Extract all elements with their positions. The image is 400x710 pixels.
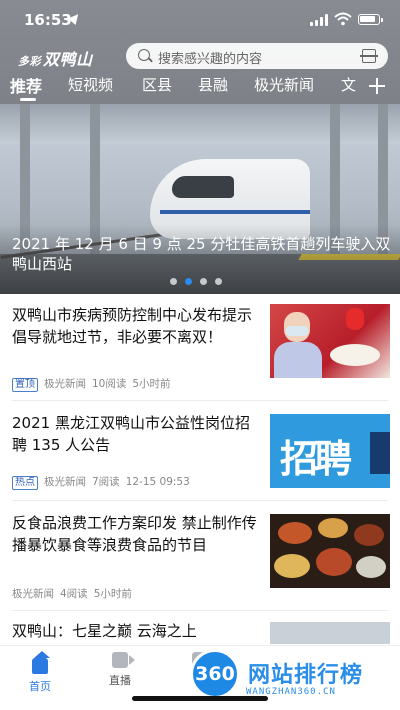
tab-recommend[interactable]: 推荐 <box>10 73 42 97</box>
nav-label: 首页 <box>29 680 51 693</box>
news-title: 双鸭山：七星之巅 云海之上 <box>12 622 197 640</box>
search-icon <box>138 49 150 61</box>
tab-county-media[interactable]: 县融 <box>198 74 228 95</box>
news-item[interactable]: 双鸭山市疾病预防控制中心发布提示 倡导就地过节，非必要不离双！ 置顶 极光新闻 10… <box>12 304 390 394</box>
carousel-dot[interactable] <box>200 278 207 285</box>
news-item[interactable]: 2021 黑龙江双鸭山市公益性岗位招聘 135 人公告 热点 极光新闻 7阅读 12-… <box>12 412 390 492</box>
status-bar: 16:53 <box>0 0 400 36</box>
nav-label: 直播 <box>109 674 131 687</box>
news-reads: 10阅读 <box>92 378 127 390</box>
nav-home[interactable]: 首页 <box>10 651 70 694</box>
news-title: 2021 黑龙江双鸭山市公益性岗位招聘 135 人公告 <box>12 414 250 454</box>
news-thumbnail: 招聘 <box>270 414 390 488</box>
wifi-icon <box>334 12 352 26</box>
app-logo[interactable]: 多彩 双鸭山 <box>18 46 93 70</box>
news-reads: 4阅读 <box>60 588 88 600</box>
search-bar[interactable]: 搜索感兴趣的内容 <box>126 43 388 69</box>
news-source: 极光新闻 <box>12 588 54 600</box>
news-source: 极光新闻 <box>44 378 86 390</box>
carousel-dot[interactable] <box>215 278 222 285</box>
news-title: 反食品浪费工作方案印发 禁止制作传播暴饮暴食等浪费食品的节目 <box>12 514 257 554</box>
video-camera-icon <box>112 652 135 668</box>
search-placeholder: 搜索感兴趣的内容 <box>158 52 263 67</box>
watermark-badge: 360 <box>190 649 240 699</box>
add-channel-icon[interactable] <box>369 78 385 94</box>
home-icon <box>32 651 50 674</box>
channel-tabs: 推荐 短视频 区县 县融 极光新闻 文 <box>0 74 400 102</box>
cellular-signal-icon <box>310 14 328 26</box>
news-title: 双鸭山市疾病预防控制中心发布提示 倡导就地过节，非必要不离双！ <box>12 306 253 346</box>
logo-small-text: 多彩 <box>18 55 41 68</box>
pinned-badge: 置顶 <box>12 378 38 392</box>
carousel-dot-active[interactable] <box>185 278 192 285</box>
watermark-title: 网站排行榜 <box>248 663 364 688</box>
recruitment-thumb-text: 招聘 <box>280 437 352 481</box>
hot-badge: 热点 <box>12 476 38 490</box>
hero-banner[interactable]: 2021 年 12 月 6 日 9 点 25 分牡佳高铁首趟列车驶入双鸭山西站 <box>0 104 400 294</box>
news-meta: 置顶 极光新闻 10阅读 5小时前 <box>12 376 177 392</box>
tab-aurora-news[interactable]: 极光新闻 <box>254 74 314 95</box>
news-meta: 极光新闻 4阅读 5小时前 <box>12 586 138 601</box>
tab-short-video[interactable]: 短视频 <box>68 74 113 95</box>
news-thumbnail <box>270 304 390 378</box>
tab-culture[interactable]: 文 <box>341 74 356 95</box>
news-time: 5小时前 <box>132 378 171 390</box>
news-reads: 7阅读 <box>92 476 120 488</box>
active-tab-indicator <box>20 98 36 101</box>
news-item[interactable]: 反食品浪费工作方案印发 禁止制作传播暴饮暴食等浪费食品的节目 极光新闻 4阅读 5小… <box>12 512 390 602</box>
battery-icon <box>358 14 383 25</box>
news-thumbnail <box>270 514 390 588</box>
tab-districts[interactable]: 区县 <box>142 74 172 95</box>
carousel-dot[interactable] <box>170 278 177 285</box>
banner-caption: 2021 年 12 月 6 日 9 点 25 分牡佳高铁首趟列车驶入双鸭山西站 <box>12 235 391 273</box>
logo-main-text: 双鸭山 <box>43 50 93 69</box>
news-time: 12-15 09:53 <box>125 476 190 488</box>
home-indicator[interactable] <box>132 696 268 701</box>
scan-icon[interactable] <box>360 49 378 63</box>
status-time: 16:53 <box>24 11 72 29</box>
news-thumbnail <box>270 622 390 644</box>
nav-live[interactable]: 直播 <box>90 652 150 688</box>
news-source: 极光新闻 <box>44 476 86 488</box>
news-meta: 热点 极光新闻 7阅读 12-15 09:53 <box>12 474 196 490</box>
news-time: 5小时前 <box>93 588 132 600</box>
top-header: 16:53 多彩 双鸭山 搜索感兴趣的内容 推荐 短视频 区县 县融 极光新闻 文 <box>0 0 400 104</box>
news-item[interactable]: 双鸭山：七星之巅 云海之上 <box>12 620 390 644</box>
